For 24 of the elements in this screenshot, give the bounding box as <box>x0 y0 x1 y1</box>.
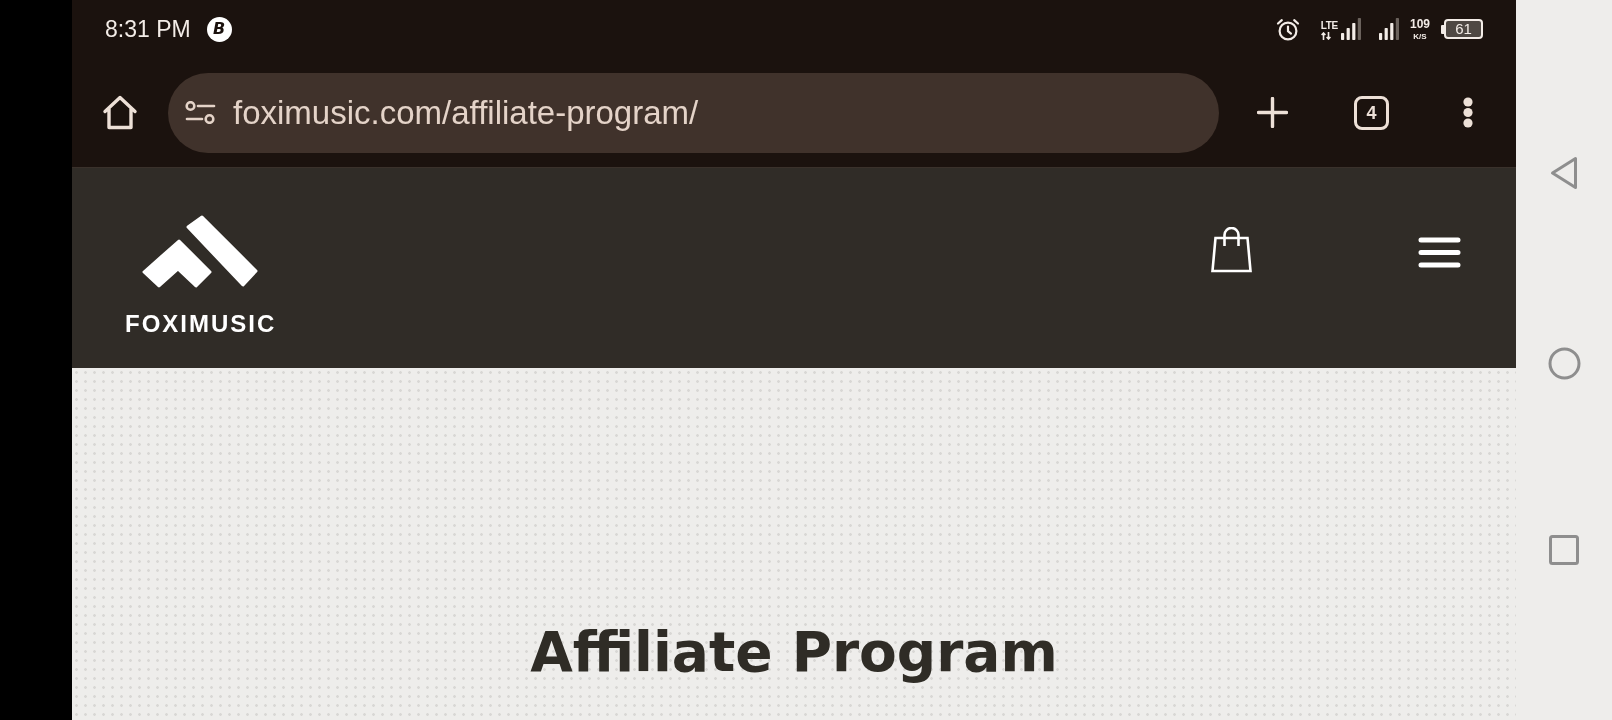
tab-switcher-button[interactable]: 4 <box>1354 95 1389 130</box>
network-type-label: LTE <box>1320 21 1338 31</box>
network-speed-unit: K/S <box>1413 32 1427 41</box>
notification-badge: B <box>206 16 232 42</box>
address-bar[interactable]: foximusic.com/affiliate-program/ <box>168 72 1219 153</box>
shopping-bag-icon[interactable] <box>1211 227 1252 273</box>
signal-bars-icon <box>1340 18 1361 40</box>
plus-icon[interactable] <box>1257 97 1288 128</box>
menu-icon[interactable] <box>1418 237 1461 268</box>
logo-icon[interactable] <box>140 215 259 288</box>
battery-indicator: 61 <box>1441 19 1483 39</box>
clock-time: 8:31 PM <box>105 17 191 41</box>
signal-bars-icon <box>1378 18 1399 40</box>
data-transfer-arrows-icon <box>1320 32 1331 40</box>
network-speed: 109 <box>1409 17 1430 30</box>
more-options-icon[interactable] <box>1463 97 1473 128</box>
url-text: foximusic.com/affiliate-program/ <box>233 96 699 129</box>
home-circle-icon[interactable] <box>1547 346 1581 380</box>
alarm-clock-icon <box>1275 17 1300 41</box>
recent-apps-icon[interactable] <box>1549 534 1579 565</box>
back-icon[interactable] <box>1549 155 1579 192</box>
home-icon[interactable] <box>102 94 138 131</box>
tune-icon[interactable] <box>185 101 216 124</box>
brand-name[interactable]: FOXIMUSIC <box>125 312 277 336</box>
